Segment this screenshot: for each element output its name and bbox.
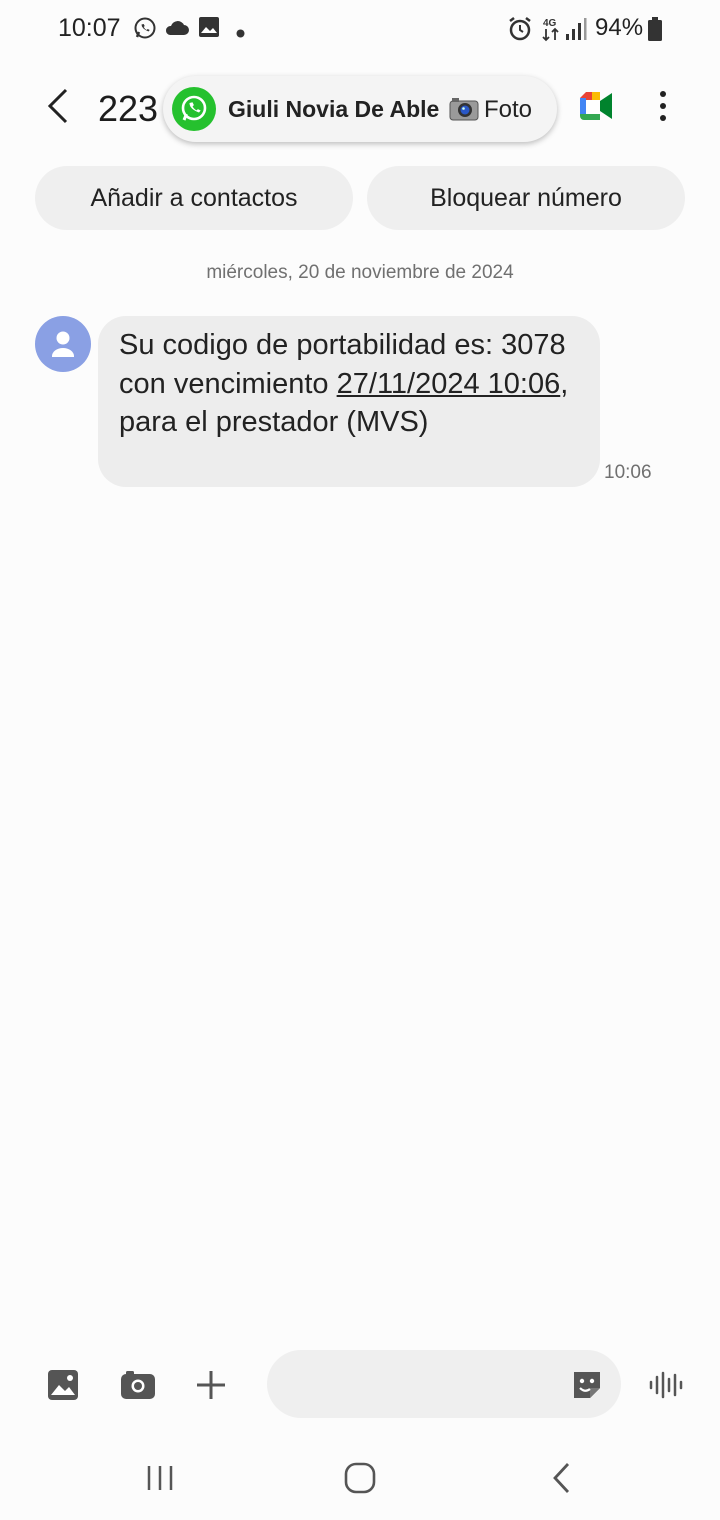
status-bar: 10:07 4G 94% xyxy=(0,0,720,60)
message-date-link[interactable]: 27/11/2024 10:06 xyxy=(337,368,561,400)
message-input-box[interactable] xyxy=(267,1350,621,1418)
dot-icon xyxy=(236,25,245,43)
battery-icon xyxy=(648,17,662,46)
cloud-icon xyxy=(164,16,190,45)
more-options-icon[interactable] xyxy=(650,88,676,128)
notification-message: Foto xyxy=(484,96,533,123)
back-icon xyxy=(47,88,68,124)
camera-icon[interactable] xyxy=(120,1370,156,1405)
add-to-contacts-button[interactable]: Añadir a contactos xyxy=(35,166,353,230)
composer-bar xyxy=(0,1350,720,1420)
gallery-icon[interactable] xyxy=(47,1369,79,1406)
camera-icon xyxy=(449,96,479,122)
plus-icon[interactable] xyxy=(195,1369,227,1406)
svg-text:4G: 4G xyxy=(543,18,557,29)
sticker-icon[interactable] xyxy=(570,1368,604,1402)
page-title: 223 xyxy=(98,88,159,129)
navigation-bar xyxy=(0,1440,720,1520)
date-separator: miércoles, 20 de noviembre de 2024 xyxy=(206,262,514,283)
back-icon[interactable] xyxy=(550,1462,574,1499)
signal-icon xyxy=(565,17,587,46)
notification-sender: Giuli Novia De Able xyxy=(228,96,440,122)
whatsapp-icon xyxy=(172,87,216,131)
whatsapp-notification-popup[interactable]: Giuli Novia De Able Foto xyxy=(163,76,557,142)
voice-icon[interactable] xyxy=(648,1369,684,1406)
message-text: Su codigo de portabilidad es: 3078 con v… xyxy=(119,326,589,442)
back-button[interactable] xyxy=(38,84,82,128)
alarm-icon xyxy=(507,16,533,47)
message-input[interactable] xyxy=(291,1350,561,1418)
network-type-icon: 4G xyxy=(541,16,561,47)
message-time: 10:06 xyxy=(604,462,652,483)
google-meet-icon[interactable] xyxy=(578,90,614,122)
block-number-button[interactable]: Bloquear número xyxy=(367,166,685,230)
battery-level: 94% xyxy=(595,14,644,41)
person-icon xyxy=(52,331,74,357)
home-icon[interactable] xyxy=(344,1462,376,1499)
gallery-icon xyxy=(198,16,220,43)
conversation-header: 223 Giuli Novia De Able Foto xyxy=(0,70,720,150)
status-time: 10:07 xyxy=(58,14,121,42)
avatar[interactable] xyxy=(35,316,91,372)
recent-apps-icon[interactable] xyxy=(145,1464,175,1497)
whatsapp-icon xyxy=(133,16,157,45)
message-bubble[interactable]: Su codigo de portabilidad es: 3078 con v… xyxy=(98,316,600,487)
